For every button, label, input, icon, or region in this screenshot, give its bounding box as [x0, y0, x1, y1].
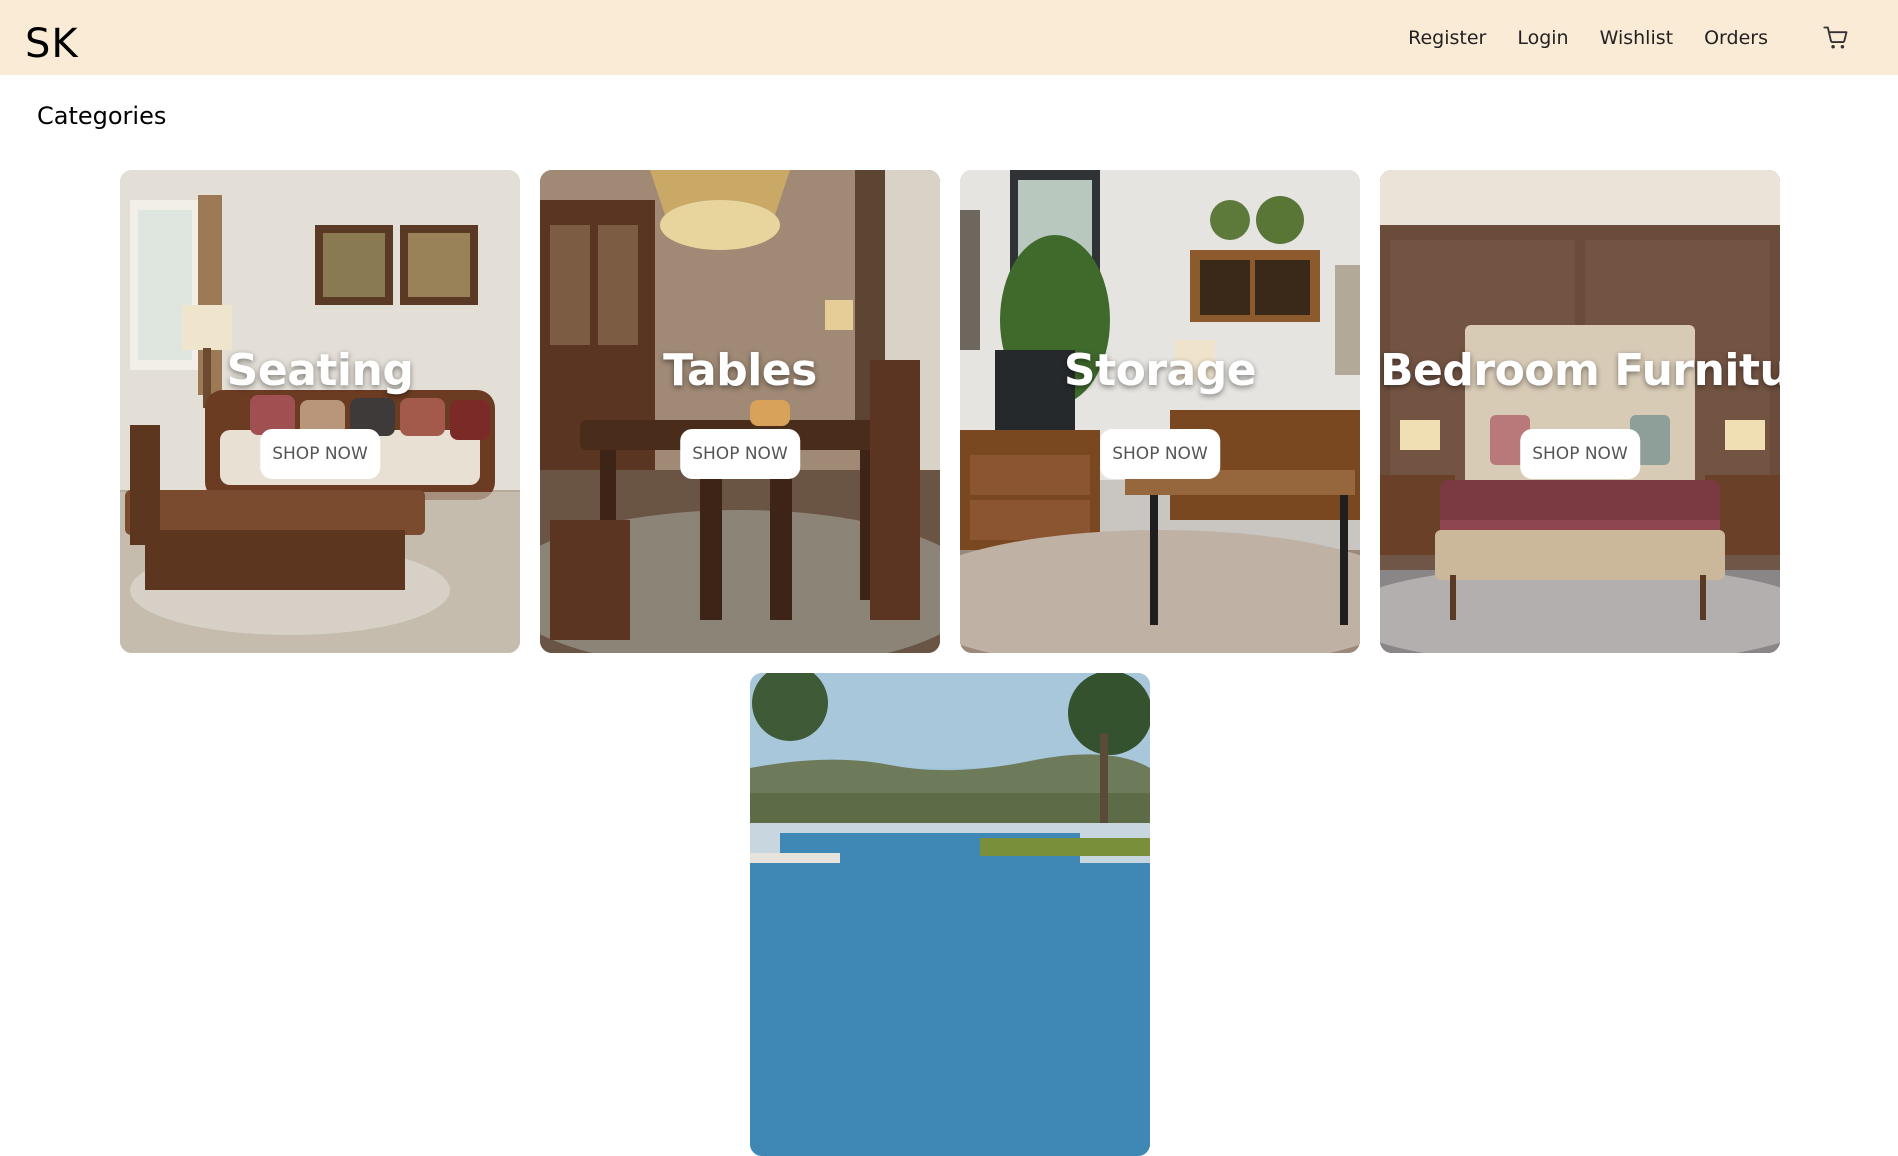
nav-orders-link[interactable]: Orders — [1704, 27, 1768, 49]
nav-register-link[interactable]: Register — [1408, 27, 1486, 49]
dining-room-table-photo — [540, 170, 940, 653]
category-title: Storage — [1063, 345, 1257, 396]
nav-wishlist-link[interactable]: Wishlist — [1600, 27, 1674, 49]
shop-now-button[interactable]: SHOP NOW — [260, 429, 380, 479]
category-card-bedroom-furniture[interactable]: Bedroom Furniture SHOP NOW — [1380, 170, 1780, 653]
category-title: Bedroom Furniture — [1380, 345, 1780, 396]
category-card-storage[interactable]: Storage SHOP NOW — [960, 170, 1360, 653]
shop-now-button[interactable]: SHOP NOW — [1100, 429, 1220, 479]
living-room-sofa-photo — [120, 170, 520, 653]
bedroom-bed-photo — [1380, 170, 1780, 653]
nav-links: Register Login Wishlist Orders — [1408, 0, 1898, 75]
site-logo[interactable]: SK — [25, 22, 79, 66]
cart-button[interactable] — [1819, 21, 1853, 55]
page-title: Categories — [37, 102, 167, 130]
shopping-cart-icon — [1823, 26, 1848, 48]
shop-now-button[interactable]: SHOP NOW — [680, 429, 800, 479]
category-card-outdoor[interactable] — [750, 673, 1150, 1156]
category-card-seating[interactable]: Seating SHOP NOW — [120, 170, 520, 653]
nav-login-link[interactable]: Login — [1517, 27, 1568, 49]
shop-now-button[interactable]: SHOP NOW — [1520, 429, 1640, 479]
storage-cabinet-photo — [960, 170, 1360, 653]
category-card-tables[interactable]: Tables SHOP NOW — [540, 170, 940, 653]
navbar: SK Register Login Wishlist Orders — [0, 0, 1898, 75]
category-title: Seating — [226, 345, 414, 396]
outdoor-pool-photo — [750, 673, 1150, 1156]
category-title: Tables — [663, 345, 817, 396]
